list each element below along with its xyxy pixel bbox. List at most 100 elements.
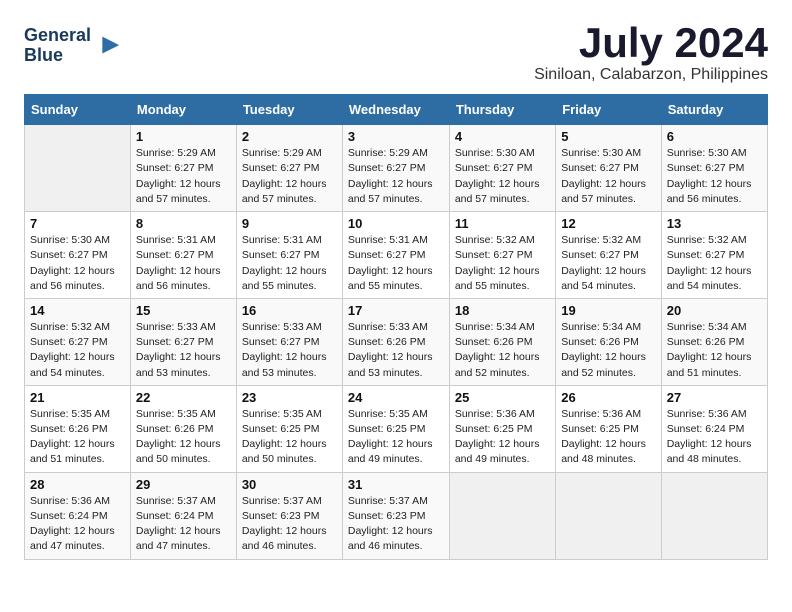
calendar-cell: 30 Sunrise: 5:37 AMSunset: 6:23 PMDayligh…	[236, 472, 342, 559]
calendar-cell: 21 Sunrise: 5:35 AMSunset: 6:26 PMDayligh…	[25, 385, 131, 472]
day-info: Sunrise: 5:36 AMSunset: 6:24 PMDaylight:…	[667, 407, 762, 468]
day-number: 3	[348, 129, 444, 144]
calendar-cell: 1Sunrise: 5:29 AMSunset: 6:27 PMDaylight…	[130, 125, 236, 212]
day-number: 7	[30, 216, 125, 231]
calendar-cell	[661, 472, 767, 559]
calendar-cell: 24 Sunrise: 5:35 AMSunset: 6:25 PMDayligh…	[342, 385, 449, 472]
calendar-cell: 6 Sunrise: 5:30 AMSunset: 6:27 PMDaylight…	[661, 125, 767, 212]
day-info: Sunrise: 5:32 AMSunset: 6:27 PMDaylight:…	[667, 233, 762, 294]
day-info: Sunrise: 5:32 AMSunset: 6:27 PMDaylight:…	[30, 320, 125, 381]
day-info: Sunrise: 5:29 AMSunset: 6:27 PMDaylight:…	[242, 146, 337, 207]
day-number: 26	[561, 390, 656, 405]
day-info: Sunrise: 5:29 AMSunset: 6:27 PMDaylight:…	[136, 146, 231, 207]
day-number: 24	[348, 390, 444, 405]
calendar-cell	[556, 472, 662, 559]
day-info: Sunrise: 5:35 AMSunset: 6:26 PMDaylight:…	[30, 407, 125, 468]
day-number: 30	[242, 477, 337, 492]
logo-icon	[93, 32, 121, 60]
day-info: Sunrise: 5:29 AMSunset: 6:27 PMDaylight:…	[348, 146, 444, 207]
day-number: 4	[455, 129, 550, 144]
day-number: 17	[348, 303, 444, 318]
day-number: 12	[561, 216, 656, 231]
day-number: 15	[136, 303, 231, 318]
day-number: 19	[561, 303, 656, 318]
day-number: 29	[136, 477, 231, 492]
calendar-cell: 28 Sunrise: 5:36 AMSunset: 6:24 PMDayligh…	[25, 472, 131, 559]
calendar-cell: 10 Sunrise: 5:31 AMSunset: 6:27 PMDayligh…	[342, 212, 449, 299]
calendar-cell: 23 Sunrise: 5:35 AMSunset: 6:25 PMDayligh…	[236, 385, 342, 472]
weekday-header-wednesday: Wednesday	[342, 95, 449, 125]
day-number: 28	[30, 477, 125, 492]
calendar-cell: 3 Sunrise: 5:29 AMSunset: 6:27 PMDaylight…	[342, 125, 449, 212]
day-info: Sunrise: 5:30 AMSunset: 6:27 PMDaylight:…	[667, 146, 762, 207]
day-info: Sunrise: 5:33 AMSunset: 6:27 PMDaylight:…	[136, 320, 231, 381]
day-info: Sunrise: 5:30 AMSunset: 6:27 PMDaylight:…	[30, 233, 125, 294]
calendar-cell: 7 Sunrise: 5:30 AMSunset: 6:27 PMDaylight…	[25, 212, 131, 299]
calendar-cell	[25, 125, 131, 212]
title-area: July 2024 Siniloan, Calabarzon, Philippi…	[534, 20, 768, 84]
day-number: 18	[455, 303, 550, 318]
calendar-cell: 19Sunrise: 5:34 AMSunset: 6:26 PMDayligh…	[556, 298, 662, 385]
weekday-header-sunday: Sunday	[25, 95, 131, 125]
day-info: Sunrise: 5:35 AMSunset: 6:25 PMDaylight:…	[348, 407, 444, 468]
day-number: 2	[242, 129, 337, 144]
day-number: 6	[667, 129, 762, 144]
day-info: Sunrise: 5:36 AMSunset: 6:24 PMDaylight:…	[30, 494, 125, 555]
day-info: Sunrise: 5:37 AMSunset: 6:24 PMDaylight:…	[136, 494, 231, 555]
day-number: 13	[667, 216, 762, 231]
day-info: Sunrise: 5:32 AMSunset: 6:27 PMDaylight:…	[455, 233, 550, 294]
day-number: 14	[30, 303, 125, 318]
day-number: 16	[242, 303, 337, 318]
calendar-cell: 11Sunrise: 5:32 AMSunset: 6:27 PMDayligh…	[449, 212, 555, 299]
calendar-week-2: 7 Sunrise: 5:30 AMSunset: 6:27 PMDaylight…	[25, 212, 768, 299]
calendar-cell: 14 Sunrise: 5:32 AMSunset: 6:27 PMDayligh…	[25, 298, 131, 385]
calendar-cell: 17 Sunrise: 5:33 AMSunset: 6:26 PMDayligh…	[342, 298, 449, 385]
day-info: Sunrise: 5:31 AMSunset: 6:27 PMDaylight:…	[348, 233, 444, 294]
day-info: Sunrise: 5:37 AMSunset: 6:23 PMDaylight:…	[242, 494, 337, 555]
calendar-cell	[449, 472, 555, 559]
calendar-table: SundayMondayTuesdayWednesdayThursdayFrid…	[24, 94, 768, 559]
day-info: Sunrise: 5:33 AMSunset: 6:26 PMDaylight:…	[348, 320, 444, 381]
calendar-cell: 18 Sunrise: 5:34 AMSunset: 6:26 PMDayligh…	[449, 298, 555, 385]
logo-text: GeneralBlue	[24, 26, 91, 66]
calendar-cell: 2 Sunrise: 5:29 AMSunset: 6:27 PMDaylight…	[236, 125, 342, 212]
day-info: Sunrise: 5:30 AMSunset: 6:27 PMDaylight:…	[561, 146, 656, 207]
calendar-cell: 31Sunrise: 5:37 AMSunset: 6:23 PMDayligh…	[342, 472, 449, 559]
day-number: 25	[455, 390, 550, 405]
weekday-header-friday: Friday	[556, 95, 662, 125]
calendar-cell: 22 Sunrise: 5:35 AMSunset: 6:26 PMDayligh…	[130, 385, 236, 472]
day-info: Sunrise: 5:35 AMSunset: 6:25 PMDaylight:…	[242, 407, 337, 468]
calendar-cell: 25 Sunrise: 5:36 AMSunset: 6:25 PMDayligh…	[449, 385, 555, 472]
day-info: Sunrise: 5:32 AMSunset: 6:27 PMDaylight:…	[561, 233, 656, 294]
day-info: Sunrise: 5:31 AMSunset: 6:27 PMDaylight:…	[136, 233, 231, 294]
day-number: 23	[242, 390, 337, 405]
calendar-cell: 29 Sunrise: 5:37 AMSunset: 6:24 PMDayligh…	[130, 472, 236, 559]
calendar-cell: 9Sunrise: 5:31 AMSunset: 6:27 PMDaylight…	[236, 212, 342, 299]
weekday-header-saturday: Saturday	[661, 95, 767, 125]
day-info: Sunrise: 5:34 AMSunset: 6:26 PMDaylight:…	[667, 320, 762, 381]
calendar-cell: 27 Sunrise: 5:36 AMSunset: 6:24 PMDayligh…	[661, 385, 767, 472]
calendar-cell: 16 Sunrise: 5:33 AMSunset: 6:27 PMDayligh…	[236, 298, 342, 385]
day-info: Sunrise: 5:37 AMSunset: 6:23 PMDaylight:…	[348, 494, 444, 555]
calendar-cell: 13 Sunrise: 5:32 AMSunset: 6:27 PMDayligh…	[661, 212, 767, 299]
calendar-cell: 26Sunrise: 5:36 AMSunset: 6:25 PMDayligh…	[556, 385, 662, 472]
day-info: Sunrise: 5:30 AMSunset: 6:27 PMDaylight:…	[455, 146, 550, 207]
month-title: July 2024	[534, 20, 768, 66]
day-number: 10	[348, 216, 444, 231]
day-info: Sunrise: 5:33 AMSunset: 6:27 PMDaylight:…	[242, 320, 337, 381]
day-info: Sunrise: 5:35 AMSunset: 6:26 PMDaylight:…	[136, 407, 231, 468]
calendar-week-5: 28 Sunrise: 5:36 AMSunset: 6:24 PMDayligh…	[25, 472, 768, 559]
calendar-cell: 15 Sunrise: 5:33 AMSunset: 6:27 PMDayligh…	[130, 298, 236, 385]
weekday-header-tuesday: Tuesday	[236, 95, 342, 125]
day-number: 22	[136, 390, 231, 405]
day-info: Sunrise: 5:36 AMSunset: 6:25 PMDaylight:…	[455, 407, 550, 468]
logo: GeneralBlue	[24, 26, 121, 66]
day-info: Sunrise: 5:34 AMSunset: 6:26 PMDaylight:…	[455, 320, 550, 381]
day-number: 21	[30, 390, 125, 405]
day-number: 20	[667, 303, 762, 318]
weekday-header-row: SundayMondayTuesdayWednesdayThursdayFrid…	[25, 95, 768, 125]
calendar-cell: 20 Sunrise: 5:34 AMSunset: 6:26 PMDayligh…	[661, 298, 767, 385]
location-subtitle: Siniloan, Calabarzon, Philippines	[534, 66, 768, 84]
day-number: 27	[667, 390, 762, 405]
day-number: 9	[242, 216, 337, 231]
